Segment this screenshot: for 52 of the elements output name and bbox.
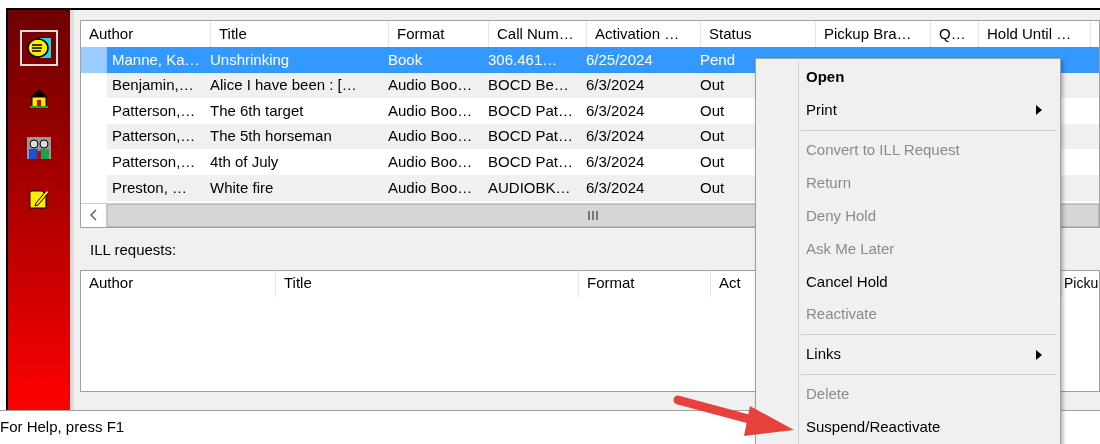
table-cell-text: Out	[699, 177, 726, 198]
column-header[interactable]: Format	[579, 270, 711, 297]
note-pencil-icon	[28, 187, 50, 209]
table-cell-text: Audio Boo…	[387, 75, 474, 96]
table-cell-text: 6/3/2024	[585, 151, 646, 172]
table-cell-text: The 6th target	[209, 100, 305, 121]
table-cell-text: Out	[699, 126, 726, 147]
section-label: ILL requests:	[90, 240, 177, 261]
table-cell-text: BOCD Be…	[487, 75, 570, 96]
table-cell-text: Audio Boo…	[387, 151, 474, 172]
chevron-left-icon	[90, 209, 97, 222]
column-header[interactable]: Picku	[1062, 270, 1100, 297]
people-icon	[27, 137, 51, 159]
grip-icon	[588, 210, 598, 220]
table-cell-text: Benjamin,…	[111, 75, 195, 96]
table-cell-text: Preston, …	[111, 177, 189, 198]
sidebar-item[interactable]	[20, 30, 58, 66]
table-cell-text: 6/3/2024	[585, 100, 646, 121]
table-cell-text: Audio Boo…	[387, 177, 474, 198]
status-bar-text: For Help, press F1	[0, 417, 125, 438]
table-cell-text: The 5th horseman	[209, 126, 333, 147]
table-cell-text: Audio Boo…	[387, 126, 474, 147]
table-cell-text: 6/3/2024	[585, 177, 646, 198]
submenu-arrow-icon	[1036, 349, 1042, 360]
table-cell-text: Patterson,…	[111, 100, 197, 121]
table-cell-text: Audio Boo…	[387, 100, 474, 121]
table-cell-text: 306.461…	[487, 49, 559, 70]
table-cell-text: Out	[699, 151, 726, 172]
table-cell-text: Alice I have been : […	[209, 75, 358, 96]
table-cell-text: AUDIOBK…	[487, 177, 572, 198]
table-cell-text: White fire	[209, 177, 275, 198]
column-header[interactable]: Author	[81, 270, 276, 297]
menu-item[interactable]: Cancel Hold	[801, 265, 1056, 299]
menu-item[interactable]: Links	[801, 338, 1056, 371]
submenu-arrow-icon	[1036, 105, 1042, 116]
table-cell-text: 6/25/2024	[585, 49, 654, 70]
table-cell-text: Patterson,…	[111, 126, 197, 147]
column-header[interactable]: Title	[276, 270, 579, 297]
table-cell-text: Out	[699, 75, 726, 96]
table-cell-text: Manne, Ka…	[111, 49, 201, 70]
table-cell-text: BOCD Pat…	[487, 126, 575, 147]
table-cell-text: Pend	[699, 49, 737, 70]
house-icon	[28, 87, 50, 109]
table-cell-text: Patterson,…	[111, 151, 197, 172]
menu-item[interactable]: Suspend/Reactivate	[801, 410, 1056, 444]
table-cell-text: BOCD Pat…	[487, 151, 575, 172]
table-cell-text: BOCD Pat…	[487, 100, 575, 121]
table-cell-text: 6/3/2024	[585, 75, 646, 96]
table-cell-text: 6/3/2024	[585, 126, 646, 147]
table-cell-text: 4th of July	[209, 151, 280, 172]
table-cell-text: Book	[387, 49, 424, 70]
table-cell-text: Unshrinking	[209, 49, 291, 70]
